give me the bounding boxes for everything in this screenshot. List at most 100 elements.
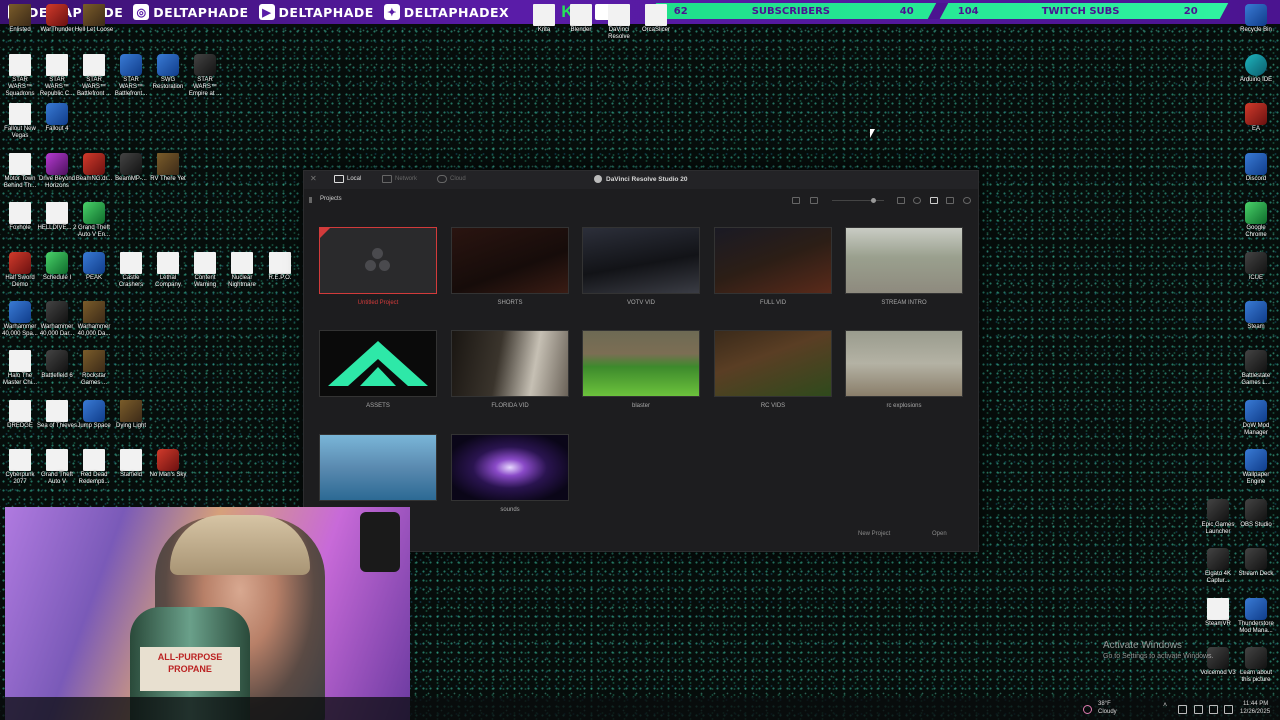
- desktop-icon[interactable]: STAR WARS™ Republic C...: [37, 54, 77, 98]
- desktop-icon[interactable]: STAR WARS™ Empire at ...: [185, 54, 225, 98]
- slider-knob[interactable]: [871, 198, 876, 203]
- project-card[interactable]: STREAM INTRO: [845, 227, 963, 306]
- desktop-icon[interactable]: SWG Restoration: [148, 54, 188, 91]
- desktop-icon[interactable]: SteamVR: [1198, 598, 1238, 628]
- desktop-icon[interactable]: STAR WARS™ Battlefront...: [111, 54, 151, 98]
- chevron-up-icon[interactable]: ˄: [1163, 702, 1170, 709]
- list-view-icon[interactable]: [946, 197, 954, 204]
- tab-network[interactable]: Network: [382, 175, 417, 183]
- network-tray-icon[interactable]: [1178, 705, 1187, 714]
- desktop-icon[interactable]: Castle Crashers: [111, 252, 151, 289]
- desktop-icon[interactable]: RV There Yet: [148, 153, 188, 183]
- desktop-icon[interactable]: Krita: [524, 4, 564, 34]
- new-project-button[interactable]: New Project: [858, 531, 890, 537]
- clock-time[interactable]: 11:44 PM: [1243, 701, 1268, 707]
- desktop-icon[interactable]: Fallout 4: [37, 103, 77, 133]
- desktop-icon[interactable]: Battlefield 6: [37, 350, 77, 380]
- desktop-icon[interactable]: Arduino IDE: [1236, 54, 1276, 84]
- desktop-icon[interactable]: Content Warning: [185, 252, 225, 289]
- bluetooth-icon[interactable]: [1194, 705, 1203, 714]
- desktop-icon[interactable]: PEAK: [74, 252, 114, 282]
- desktop-icon[interactable]: Jump Space: [74, 400, 114, 430]
- weather-desc[interactable]: Cloudy: [1098, 709, 1117, 715]
- desktop-icon[interactable]: Drive Beyond Horizons: [37, 153, 77, 190]
- battery-icon[interactable]: [1224, 705, 1233, 714]
- desktop-icon[interactable]: WarThunder: [37, 4, 77, 34]
- tab-cloud[interactable]: Cloud: [437, 175, 466, 183]
- desktop-icon[interactable]: Cyberpunk 2077: [0, 449, 40, 486]
- desktop-icon[interactable]: Lethal Company: [148, 252, 188, 289]
- thumbnail-size-slider[interactable]: [832, 198, 884, 203]
- desktop-icon[interactable]: Sea of Thieves: [37, 400, 77, 430]
- project-card[interactable]: SHORTS: [451, 227, 569, 306]
- info-icon[interactable]: [913, 197, 921, 204]
- desktop-icon[interactable]: Battlestate Games L...: [1236, 350, 1276, 387]
- desktop-icon[interactable]: DaVinci Resolve: [599, 4, 639, 41]
- desktop-icon[interactable]: Epic Games Launcher: [1198, 499, 1238, 536]
- desktop-icon[interactable]: Stream Deck: [1236, 548, 1276, 578]
- project-card[interactable]: rc explosions: [845, 330, 963, 409]
- desktop-icon[interactable]: Schedule I: [37, 252, 77, 282]
- desktop-icon[interactable]: iCUE: [1236, 252, 1276, 282]
- desktop-icon[interactable]: Motor Town Behind Th...: [0, 153, 40, 190]
- desktop-icon[interactable]: Rockstar Games ...: [74, 350, 114, 387]
- tab-local[interactable]: Local: [334, 175, 361, 183]
- desktop-icon[interactable]: Halo The Master Chi...: [0, 350, 40, 387]
- project-card[interactable]: RC VIDS: [714, 330, 832, 409]
- project-card[interactable]: blaster: [582, 330, 700, 409]
- desktop-icon[interactable]: Google Chrome: [1236, 202, 1276, 239]
- desktop-icon[interactable]: STAR WARS™ Squadrons: [0, 54, 40, 98]
- project-card[interactable]: ASSETS: [319, 330, 437, 409]
- project-card[interactable]: [319, 434, 437, 507]
- desktop-icon[interactable]: R.E.P.O.: [260, 252, 300, 282]
- volume-icon[interactable]: [1209, 705, 1218, 714]
- desktop-icon[interactable]: Learn about this picture: [1236, 647, 1276, 684]
- desktop-icon[interactable]: Fallout New Vegas: [0, 103, 40, 140]
- desktop-icon[interactable]: DoW Mod Manager: [1236, 400, 1276, 437]
- project-card[interactable]: FLORIDA VID: [451, 330, 569, 409]
- desktop-icon[interactable]: Wallpaper Engine: [1236, 449, 1276, 486]
- desktop-icon[interactable]: Warhammer 40,000 Spa...: [0, 301, 40, 338]
- project-card[interactable]: VOTV VID: [582, 227, 700, 306]
- desktop-icon[interactable]: HELLDIVE... 2: [37, 202, 77, 232]
- desktop-icon[interactable]: No Man's Sky: [148, 449, 188, 479]
- open-button[interactable]: Open: [932, 531, 947, 537]
- new-folder-icon[interactable]: [792, 197, 800, 204]
- desktop-icon[interactable]: Foxhole: [0, 202, 40, 232]
- grid-view-icon[interactable]: [930, 197, 938, 204]
- desktop-icon[interactable]: Enlisted: [0, 4, 40, 34]
- desktop-icon[interactable]: STAR WARS™ Battlefront ...: [74, 54, 114, 98]
- close-icon[interactable]: ✕: [310, 174, 317, 183]
- weather-temp[interactable]: 38°F: [1098, 701, 1111, 707]
- desktop-icon[interactable]: BeamMP-...: [111, 153, 151, 183]
- desktop-icon[interactable]: Steam: [1236, 301, 1276, 331]
- desktop-icon[interactable]: Thunderstore Mod Mana...: [1236, 598, 1276, 635]
- project-card[interactable]: Untitled Project: [319, 227, 437, 306]
- desktop-icon[interactable]: OrcaSlicer: [636, 4, 676, 34]
- desktop-icon[interactable]: Grand Theft Auto V: [37, 449, 77, 486]
- desktop-icon[interactable]: Grand Theft Auto V En...: [74, 202, 114, 239]
- project-card[interactable]: FULL VID: [714, 227, 832, 306]
- desktop-icon[interactable]: OBS Studio: [1236, 499, 1276, 529]
- desktop-icon[interactable]: Hell Let Loose: [74, 4, 114, 34]
- sort-icon[interactable]: [897, 197, 905, 204]
- desktop-icon[interactable]: BeamNG.dr...: [74, 153, 114, 183]
- sidebar-toggle-icon[interactable]: [309, 197, 312, 203]
- desktop-icon[interactable]: Red Dead Redempti...: [74, 449, 114, 486]
- desktop-icon[interactable]: Starfield: [111, 449, 151, 479]
- search-icon[interactable]: [963, 197, 971, 204]
- desktop-icon[interactable]: Half Sword Demo: [0, 252, 40, 289]
- desktop-icon[interactable]: Recycle Bin: [1236, 4, 1276, 34]
- desktop-icon[interactable]: DREDGE: [0, 400, 40, 430]
- desktop-icon[interactable]: Elgato 4K Captur...: [1198, 548, 1238, 585]
- desktop-icon[interactable]: Warhammer 40,000 Da...: [74, 301, 114, 338]
- clock-date[interactable]: 12/26/2025: [1240, 709, 1270, 715]
- desktop-icon[interactable]: Blender: [561, 4, 601, 34]
- desktop-icon[interactable]: Warhammer 40,000 Dar...: [37, 301, 77, 338]
- desktop-icon[interactable]: Nuclear Nightmare: [222, 252, 262, 289]
- desktop-icon[interactable]: Discord: [1236, 153, 1276, 183]
- thumbnail-icon[interactable]: [810, 197, 818, 204]
- desktop-icon[interactable]: Dying Light: [111, 400, 151, 430]
- project-card[interactable]: sounds: [451, 434, 569, 513]
- desktop-icon[interactable]: EA: [1236, 103, 1276, 133]
